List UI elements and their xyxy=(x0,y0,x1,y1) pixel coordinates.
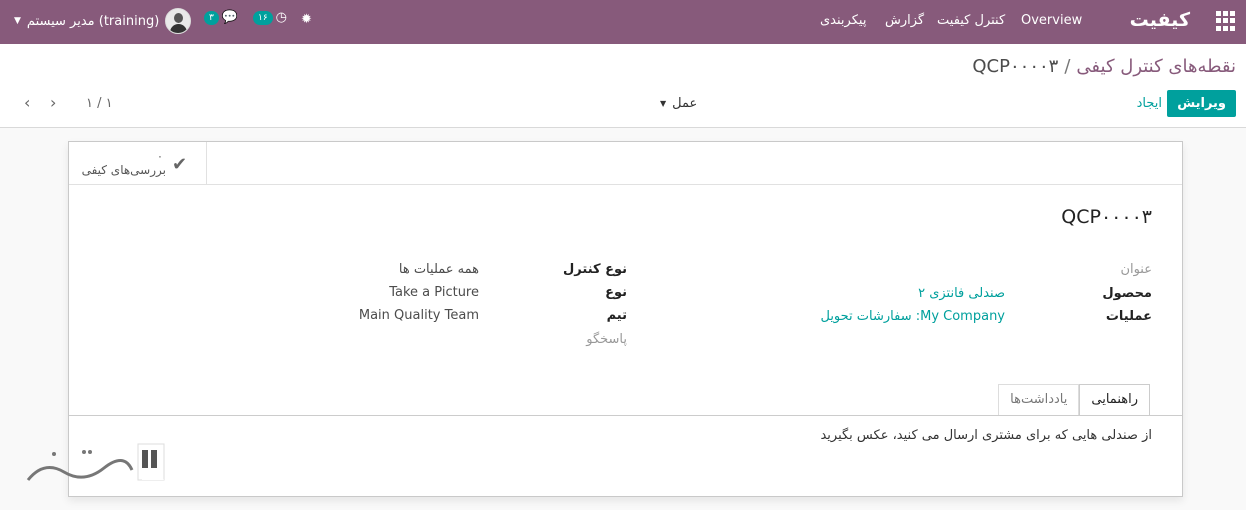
apps-menu-icon[interactable] xyxy=(1216,11,1236,31)
operations-field-label: عملیات xyxy=(1105,309,1152,324)
app-brand[interactable]: کیفیت xyxy=(1130,9,1190,31)
debug-icon[interactable]: ✹ xyxy=(301,12,312,27)
watermark-logo xyxy=(24,440,174,490)
pager-value[interactable]: ۱ / ۱ xyxy=(86,96,113,111)
breadcrumb-parent[interactable]: نقطه‌های کنترل کیفی xyxy=(1076,56,1236,77)
message-count-badge: ۳ xyxy=(204,10,219,25)
quality-checks-label: بررسی‌های کیفی xyxy=(81,163,166,177)
tab-divider xyxy=(69,415,1182,416)
notebook-tabs: راهنمایی یادداشت‌ها xyxy=(998,384,1150,415)
action-label: عمل xyxy=(672,96,698,111)
user-menu[interactable]: ▼ مدیر سیستم (training) xyxy=(14,8,192,34)
control-type-value[interactable]: همه عملیات ها xyxy=(399,262,479,277)
form-sheet: ✔ ۰ بررسی‌های کیفی QCP۰۰۰۰۳ عنوان محصول … xyxy=(68,141,1183,497)
responsible-label: پاسخگو xyxy=(586,332,627,347)
control-panel: نقطه‌های کنترل کیفی/QCP۰۰۰۰۳ ویرایش ایجا… xyxy=(0,44,1246,128)
comments-icon: 💬 xyxy=(221,10,239,25)
operations-field-value[interactable]: My Company: سفارشات تحویل xyxy=(820,309,1005,324)
button-box: ✔ ۰ بررسی‌های کیفی xyxy=(69,142,1182,185)
caret-down-icon: ▼ xyxy=(14,16,21,26)
activity-count-badge: ۱۶ xyxy=(253,10,273,25)
user-name: مدیر سیستم (training) xyxy=(26,13,160,29)
activity-menu[interactable]: ۱۶ ◷ xyxy=(253,10,287,25)
record-title: QCP۰۰۰۰۳ xyxy=(1061,206,1152,228)
avatar xyxy=(165,8,192,34)
team-value[interactable]: Main Quality Team xyxy=(359,308,479,323)
pager-previous-icon[interactable]: ‹ xyxy=(24,93,30,112)
type-value[interactable]: Take a Picture xyxy=(389,285,479,300)
menu-overview[interactable]: Overview xyxy=(1021,13,1082,28)
caret-down-icon: ▼ xyxy=(660,99,667,108)
check-icon: ✔ xyxy=(172,154,188,175)
breadcrumb-current: QCP۰۰۰۰۳ xyxy=(972,56,1059,77)
type-label: نوع xyxy=(605,285,627,300)
breadcrumb: نقطه‌های کنترل کیفی/QCP۰۰۰۰۳ xyxy=(972,56,1236,77)
tab-notes[interactable]: یادداشت‌ها xyxy=(998,384,1080,415)
edit-button[interactable]: ویرایش xyxy=(1167,90,1236,117)
top-navbar: کیفیت Overview کنترل کیفیت گزارش پیکربند… xyxy=(0,0,1246,44)
team-label: تیم xyxy=(606,308,627,323)
menu-reporting[interactable]: گزارش xyxy=(885,13,924,28)
quality-checks-button[interactable]: ✔ ۰ بررسی‌های کیفی xyxy=(69,142,207,185)
instructions-text[interactable]: از صندلی هایی که برای مشتری ارسال می کنی… xyxy=(820,428,1152,443)
create-button[interactable]: ایجاد xyxy=(1137,96,1162,111)
quality-checks-count: ۰ xyxy=(157,150,163,163)
tab-instructions[interactable]: راهنمایی xyxy=(1079,384,1150,415)
product-field-value[interactable]: صندلی فانتزی ۲ xyxy=(918,286,1005,301)
product-field-label: محصول xyxy=(1102,286,1152,301)
messaging-menu[interactable]: ۳ 💬 xyxy=(204,10,238,25)
title-field-label: عنوان xyxy=(1120,262,1152,277)
breadcrumb-separator: / xyxy=(1064,56,1071,77)
clock-icon: ◷ xyxy=(275,10,288,25)
control-type-label: نوع کنترل xyxy=(563,262,627,277)
action-dropdown[interactable]: ▼ عمل xyxy=(660,96,697,111)
menu-configuration[interactable]: پیکربندی xyxy=(820,13,866,28)
pager-next-icon[interactable]: › xyxy=(50,93,56,112)
menu-quality-control[interactable]: کنترل کیفیت xyxy=(937,13,1005,28)
